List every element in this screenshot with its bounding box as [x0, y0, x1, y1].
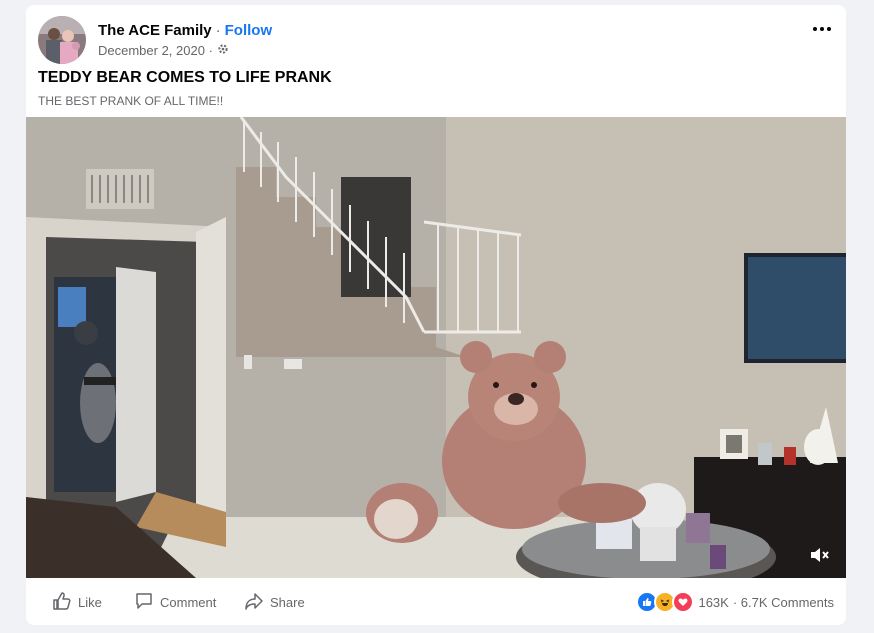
comment-label: Comment — [160, 595, 217, 610]
video-player[interactable] — [26, 117, 846, 578]
author-avatar[interactable] — [38, 16, 86, 64]
comment-bubble-icon — [134, 591, 154, 614]
post-title: TEDDY BEAR COMES TO LIFE PRANK — [38, 69, 332, 86]
follow-button[interactable]: Follow — [225, 22, 273, 39]
comment-count[interactable]: · 6.7K Comments — [733, 595, 834, 610]
like-button[interactable]: Like — [52, 591, 102, 614]
author-name[interactable]: The ACE Family — [98, 22, 212, 39]
mute-icon[interactable] — [808, 544, 830, 566]
author-separator: · — [215, 22, 221, 39]
reaction-count[interactable]: 163K — [698, 595, 728, 610]
engagement-stats: 163K · 6.7K Comments — [636, 591, 834, 613]
reaction-icons[interactable] — [636, 591, 695, 613]
share-button[interactable]: Share — [244, 591, 305, 614]
love-reaction-icon — [672, 591, 695, 613]
thumbs-up-icon — [52, 591, 72, 614]
post-card: The ACE Family · Follow December 2, 2020 ·… — [26, 5, 846, 625]
more-options-icon[interactable] — [810, 21, 834, 37]
post-date[interactable]: December 2, 2020 · — [98, 43, 213, 58]
privacy-gear-icon — [217, 43, 229, 58]
share-label: Share — [270, 595, 305, 610]
post-subtitle: THE BEST PRANK OF ALL TIME!! — [38, 94, 224, 108]
post-actions: Like Comment Share 163K · 6.7K Comments — [26, 585, 846, 619]
like-label: Like — [78, 595, 102, 610]
share-arrow-icon — [244, 591, 264, 614]
video-frame — [26, 117, 846, 578]
post-meta: December 2, 2020 · — [98, 43, 229, 58]
comment-button[interactable]: Comment — [134, 591, 216, 614]
author-line: The ACE Family · Follow — [98, 22, 272, 39]
